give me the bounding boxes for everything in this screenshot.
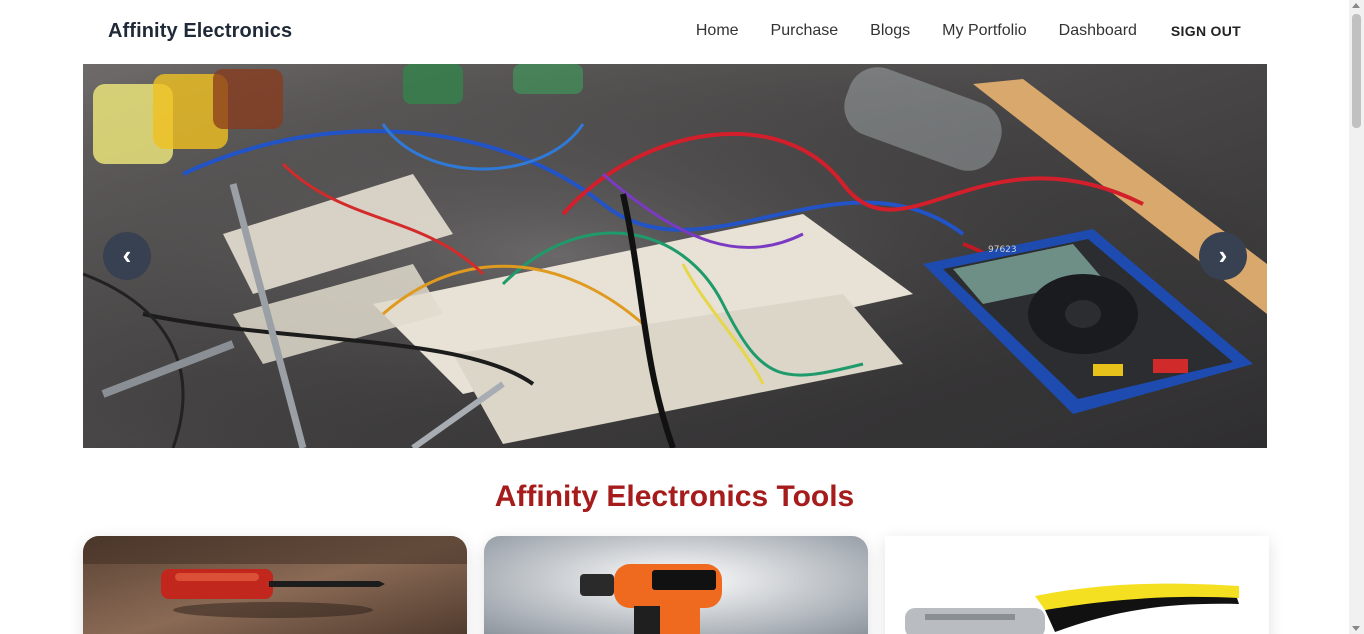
scroll-down-icon[interactable] <box>1352 626 1360 631</box>
screwdriver-icon <box>83 536 467 634</box>
navbar: Affinity Electronics Home Purchase Blogs… <box>0 0 1349 64</box>
scroll-up-icon[interactable] <box>1352 3 1360 8</box>
product-card-screwdriver[interactable] <box>83 536 467 634</box>
carousel-next-button[interactable]: › <box>1199 232 1247 280</box>
product-card-pliers[interactable] <box>885 536 1269 634</box>
electronics-workbench-image: 97623 <box>83 64 1267 448</box>
product-card-drill[interactable] <box>484 536 868 634</box>
nav-link-dashboard[interactable]: Dashboard <box>1059 22 1137 40</box>
carousel-prev-button[interactable]: ‹ <box>103 232 151 280</box>
pliers-icon <box>885 536 1269 634</box>
power-drill-icon <box>484 536 868 634</box>
nav-link-purchase[interactable]: Purchase <box>771 22 839 40</box>
nav-links: Home Purchase Blogs My Portfolio Dashboa… <box>664 22 1241 40</box>
scroll-thumb[interactable] <box>1352 14 1361 128</box>
sign-out-button[interactable]: SIGN OUT <box>1171 23 1241 39</box>
nav-link-my-portfolio[interactable]: My Portfolio <box>942 22 1026 40</box>
nav-link-home[interactable]: Home <box>696 22 739 40</box>
nav-link-blogs[interactable]: Blogs <box>870 22 910 40</box>
brand-logo[interactable]: Affinity Electronics <box>108 20 292 43</box>
section-title: Affinity Electronics Tools <box>494 480 855 513</box>
page-scrollbar[interactable] <box>1349 0 1364 634</box>
svg-text:97623: 97623 <box>988 245 1017 255</box>
hero-carousel: 97623 ‹ › <box>83 64 1267 448</box>
